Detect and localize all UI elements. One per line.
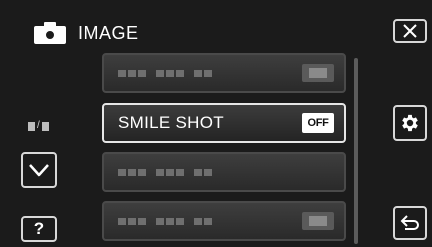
chevron-down-icon xyxy=(29,164,49,177)
return-arrow-icon xyxy=(400,215,419,230)
menu-item-placeholder[interactable] xyxy=(102,152,346,192)
menu-item-smile-shot[interactable]: SMILE SHOT OFF xyxy=(102,103,346,143)
menu-item-placeholder[interactable] xyxy=(102,53,346,93)
placeholder-label xyxy=(118,168,212,176)
placeholder-label xyxy=(118,217,212,225)
page-indicator-current xyxy=(28,121,35,131)
page-indicator-separator: / xyxy=(37,120,40,131)
help-button[interactable]: ? xyxy=(21,216,57,242)
menu-screen: IMAGE SMILE SHOT OFF / ? xyxy=(0,0,432,247)
placeholder-value xyxy=(302,64,334,82)
value-badge: OFF xyxy=(302,113,334,133)
placeholder-value xyxy=(302,212,334,230)
camera-icon xyxy=(34,22,66,44)
page-indicator: / xyxy=(28,120,58,132)
close-icon xyxy=(403,24,417,38)
scroll-down-button[interactable] xyxy=(21,152,57,188)
menu-item-placeholder[interactable] xyxy=(102,201,346,241)
page-title: IMAGE xyxy=(78,22,139,43)
menu-item-label: SMILE SHOT xyxy=(118,113,224,132)
help-label: ? xyxy=(33,219,45,238)
close-button[interactable] xyxy=(393,19,427,43)
page-indicator-total xyxy=(41,121,49,131)
back-button[interactable] xyxy=(393,206,427,240)
placeholder-label xyxy=(118,69,212,77)
scrollbar[interactable] xyxy=(354,58,358,244)
settings-button[interactable] xyxy=(393,105,427,141)
header: IMAGE xyxy=(34,18,139,48)
gear-icon xyxy=(402,114,418,132)
